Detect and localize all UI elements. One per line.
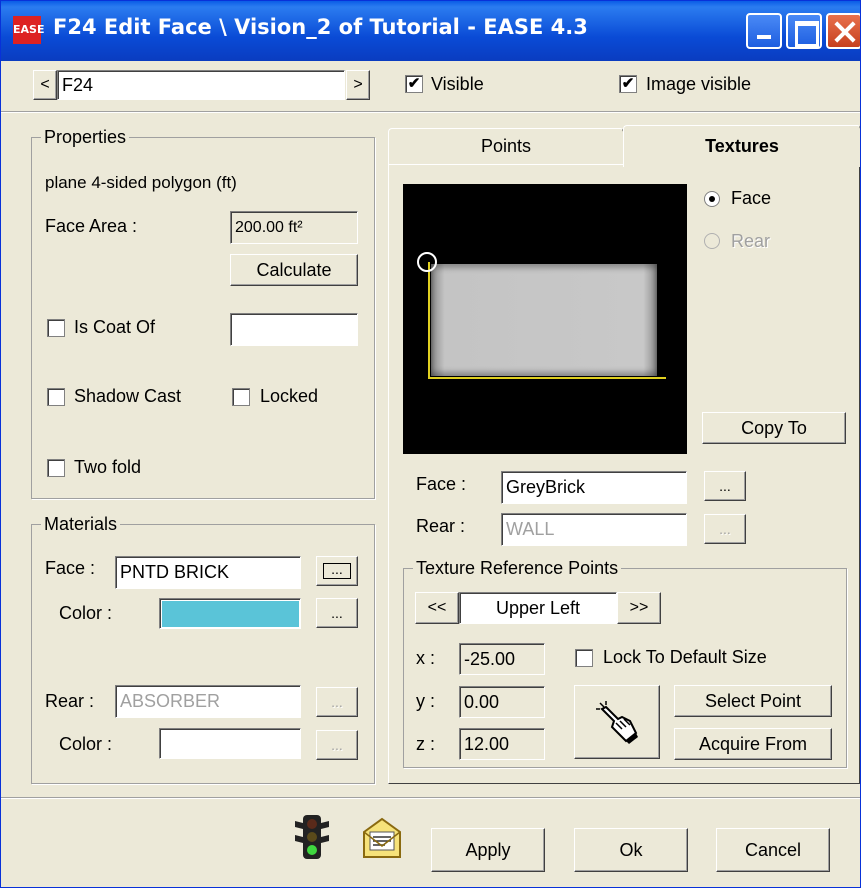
texture-x-axis xyxy=(428,377,666,379)
locked-checkbox[interactable] xyxy=(232,388,250,406)
pointing-hand-icon xyxy=(596,701,638,744)
locked-label: Locked xyxy=(260,386,319,406)
ref-point-current: Upper Left xyxy=(459,592,617,624)
tab-points-label: Points xyxy=(480,136,532,156)
header-separator xyxy=(1,111,860,113)
material-face-label: Face : xyxy=(45,558,96,578)
face-area-label: Face Area : xyxy=(45,216,138,236)
face-color-browse-button[interactable]: ... xyxy=(316,598,358,628)
face-area-value: 200.00 ft² xyxy=(230,211,358,244)
acquire-from-button[interactable]: Acquire From xyxy=(674,728,832,760)
texture-face-field[interactable]: GreyBrick xyxy=(501,471,687,504)
two-fold-checkbox[interactable] xyxy=(47,459,65,477)
is-coat-of-field[interactable] xyxy=(230,313,358,346)
radio-rear-label: Rear xyxy=(731,231,771,251)
shadow-cast-label: Shadow Cast xyxy=(74,386,182,406)
reference-point-marker xyxy=(417,252,437,272)
material-face-browse-label: ... xyxy=(323,562,351,579)
texture-rear-field: WALL xyxy=(501,513,687,546)
maximize-button[interactable] xyxy=(786,13,822,49)
ok-button[interactable]: Ok xyxy=(574,828,688,872)
lock-default-size-checkbox[interactable] xyxy=(575,649,593,667)
ref-point-next-button[interactable]: >> xyxy=(617,592,661,624)
x-label: x : xyxy=(416,648,436,668)
rear-color-label: Color : xyxy=(59,734,113,754)
is-coat-of-checkbox[interactable] xyxy=(47,319,65,337)
edit-face-dialog: EASE F24 Edit Face \ Vision_2 of Tutoria… xyxy=(0,0,861,888)
title-bar[interactable]: EASE F24 Edit Face \ Vision_2 of Tutoria… xyxy=(1,1,860,61)
cancel-button[interactable]: Cancel xyxy=(716,828,830,872)
shadow-cast-checkbox[interactable] xyxy=(47,388,65,406)
material-rear-browse-button: ... xyxy=(316,687,358,717)
ref-point-prev-button[interactable]: << xyxy=(415,592,459,624)
materials-title: Materials xyxy=(41,514,121,535)
footer-separator xyxy=(1,797,860,799)
material-face-browse-button[interactable]: ... xyxy=(316,556,358,586)
face-color-fill xyxy=(162,601,299,627)
traffic-light-icon[interactable] xyxy=(293,813,331,861)
z-label: z : xyxy=(416,734,436,754)
rear-color-swatch xyxy=(159,728,301,759)
face-name-field[interactable]: F24 xyxy=(57,70,345,100)
rear-color-browse-button: ... xyxy=(316,730,358,760)
material-face-field[interactable]: PNTD BRICK xyxy=(115,556,301,589)
face-color-swatch[interactable] xyxy=(159,598,301,629)
apply-button[interactable]: Apply xyxy=(431,828,545,872)
next-face-button[interactable]: > xyxy=(346,70,370,100)
texture-face-label: Face : xyxy=(416,474,467,494)
radio-rear xyxy=(704,233,720,249)
radio-face-label: Face xyxy=(731,188,772,208)
tab-textures-label: Textures xyxy=(705,136,779,156)
visible-checkbox[interactable]: ✔ xyxy=(405,75,423,93)
material-rear-field: ABSORBER xyxy=(115,685,301,718)
copy-to-button[interactable]: Copy To xyxy=(702,412,846,444)
face-description: plane 4-sided polygon (ft) xyxy=(45,173,237,192)
prev-face-button[interactable]: < xyxy=(33,70,57,100)
texture-face-browse-button[interactable]: ... xyxy=(704,471,746,501)
texture-preview[interactable] xyxy=(403,184,687,454)
texture-rear-browse-button: ... xyxy=(704,514,746,544)
face-color-label: Color : xyxy=(59,603,113,623)
close-button[interactable] xyxy=(826,13,860,49)
image-visible-checkbox[interactable]: ✔ xyxy=(619,75,637,93)
texture-rear-label: Rear : xyxy=(416,516,466,536)
window-title: F24 Edit Face \ Vision_2 of Tutorial - E… xyxy=(53,15,588,39)
traffic-light-graphic xyxy=(295,815,329,859)
ease-app-icon: EASE xyxy=(13,16,44,44)
properties-title: Properties xyxy=(41,127,130,148)
pick-point-button[interactable] xyxy=(574,685,660,759)
texture-face-polygon xyxy=(431,264,657,376)
radio-face[interactable] xyxy=(704,191,720,207)
calculate-button[interactable]: Calculate xyxy=(230,254,358,286)
texture-reference-points-title: Texture Reference Points xyxy=(413,558,622,579)
material-rear-label: Rear : xyxy=(45,691,95,711)
notes-envelope-graphic xyxy=(363,817,401,858)
two-fold-label: Two fold xyxy=(74,457,142,477)
x-value-field[interactable]: -25.00 xyxy=(459,643,545,675)
z-value-field[interactable]: 12.00 xyxy=(459,728,545,760)
select-point-button[interactable]: Select Point xyxy=(674,685,832,717)
minimize-button[interactable] xyxy=(746,13,782,49)
texture-y-axis xyxy=(428,262,430,378)
tab-textures[interactable]: Textures xyxy=(623,125,860,167)
visible-label: Visible xyxy=(431,74,484,94)
y-label: y : xyxy=(416,691,436,711)
tab-points[interactable]: Points xyxy=(388,128,624,164)
is-coat-of-label: Is Coat Of xyxy=(74,317,156,337)
notes-envelope-icon[interactable] xyxy=(361,816,403,860)
y-value-field[interactable]: 0.00 xyxy=(459,686,545,718)
lock-default-size-label: Lock To Default Size xyxy=(603,647,767,667)
image-visible-label: Image visible xyxy=(646,74,752,94)
